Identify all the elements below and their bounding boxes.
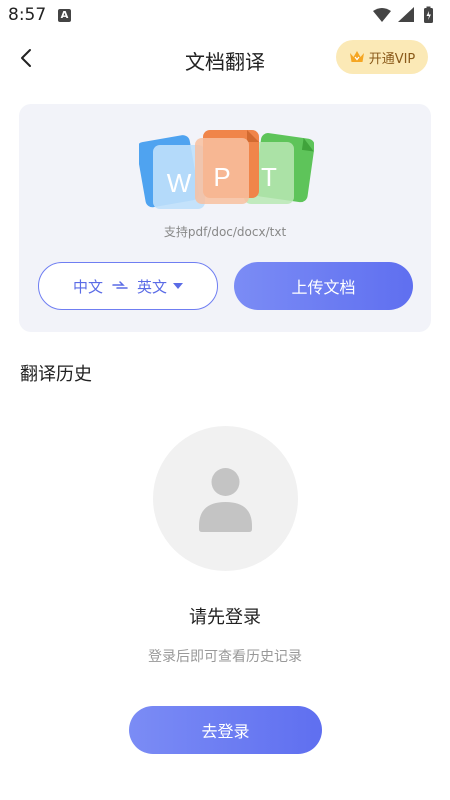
vip-button[interactable]: 开通VIP (336, 40, 428, 74)
header: 文档翻译 开通VIP (0, 36, 450, 80)
screen: 8:57 A 文档翻译 开通VIP T W P 支持pdf/doc/docx/t… (0, 0, 450, 800)
doc-letter-w: W (167, 168, 192, 198)
caret-down-icon (173, 282, 184, 289)
source-language: 中文 (72, 277, 103, 296)
wifi-icon (373, 8, 391, 22)
vip-label: 开通VIP (368, 51, 416, 67)
doc-letter-p: P (213, 162, 230, 192)
a-icon: A (58, 9, 71, 22)
status-time: 8:57 (8, 5, 47, 25)
doc-letter-t: T (261, 162, 277, 192)
chevron-left-icon (21, 49, 31, 67)
login-button[interactable]: 去登录 (129, 706, 322, 754)
history-title: 翻译历史 (20, 364, 92, 385)
login-prompt: 请先登录 (189, 607, 261, 628)
swap-arrow-icon (112, 281, 128, 289)
login-label: 去登录 (201, 722, 250, 741)
supported-formats: 支持pdf/doc/docx/txt (163, 225, 287, 239)
status-icons (373, 6, 433, 23)
avatar-placeholder (153, 426, 298, 571)
upload-document-button[interactable]: 上传文档 (234, 262, 413, 310)
upload-card: T W P 支持pdf/doc/docx/txt 中文 英文 上传文档 (19, 104, 431, 332)
back-button[interactable] (12, 42, 44, 74)
login-subtext: 登录后即可查看历史记录 (148, 649, 302, 665)
language-selector[interactable]: 中文 英文 (38, 262, 218, 310)
target-language: 英文 (137, 277, 168, 296)
crown-icon (349, 51, 364, 62)
signal-icon (398, 7, 414, 22)
user-icon (199, 468, 252, 532)
document-types-icon: T W P (139, 130, 314, 209)
status-bar: 8:57 A (0, 0, 450, 32)
upload-label: 上传文档 (291, 278, 356, 297)
